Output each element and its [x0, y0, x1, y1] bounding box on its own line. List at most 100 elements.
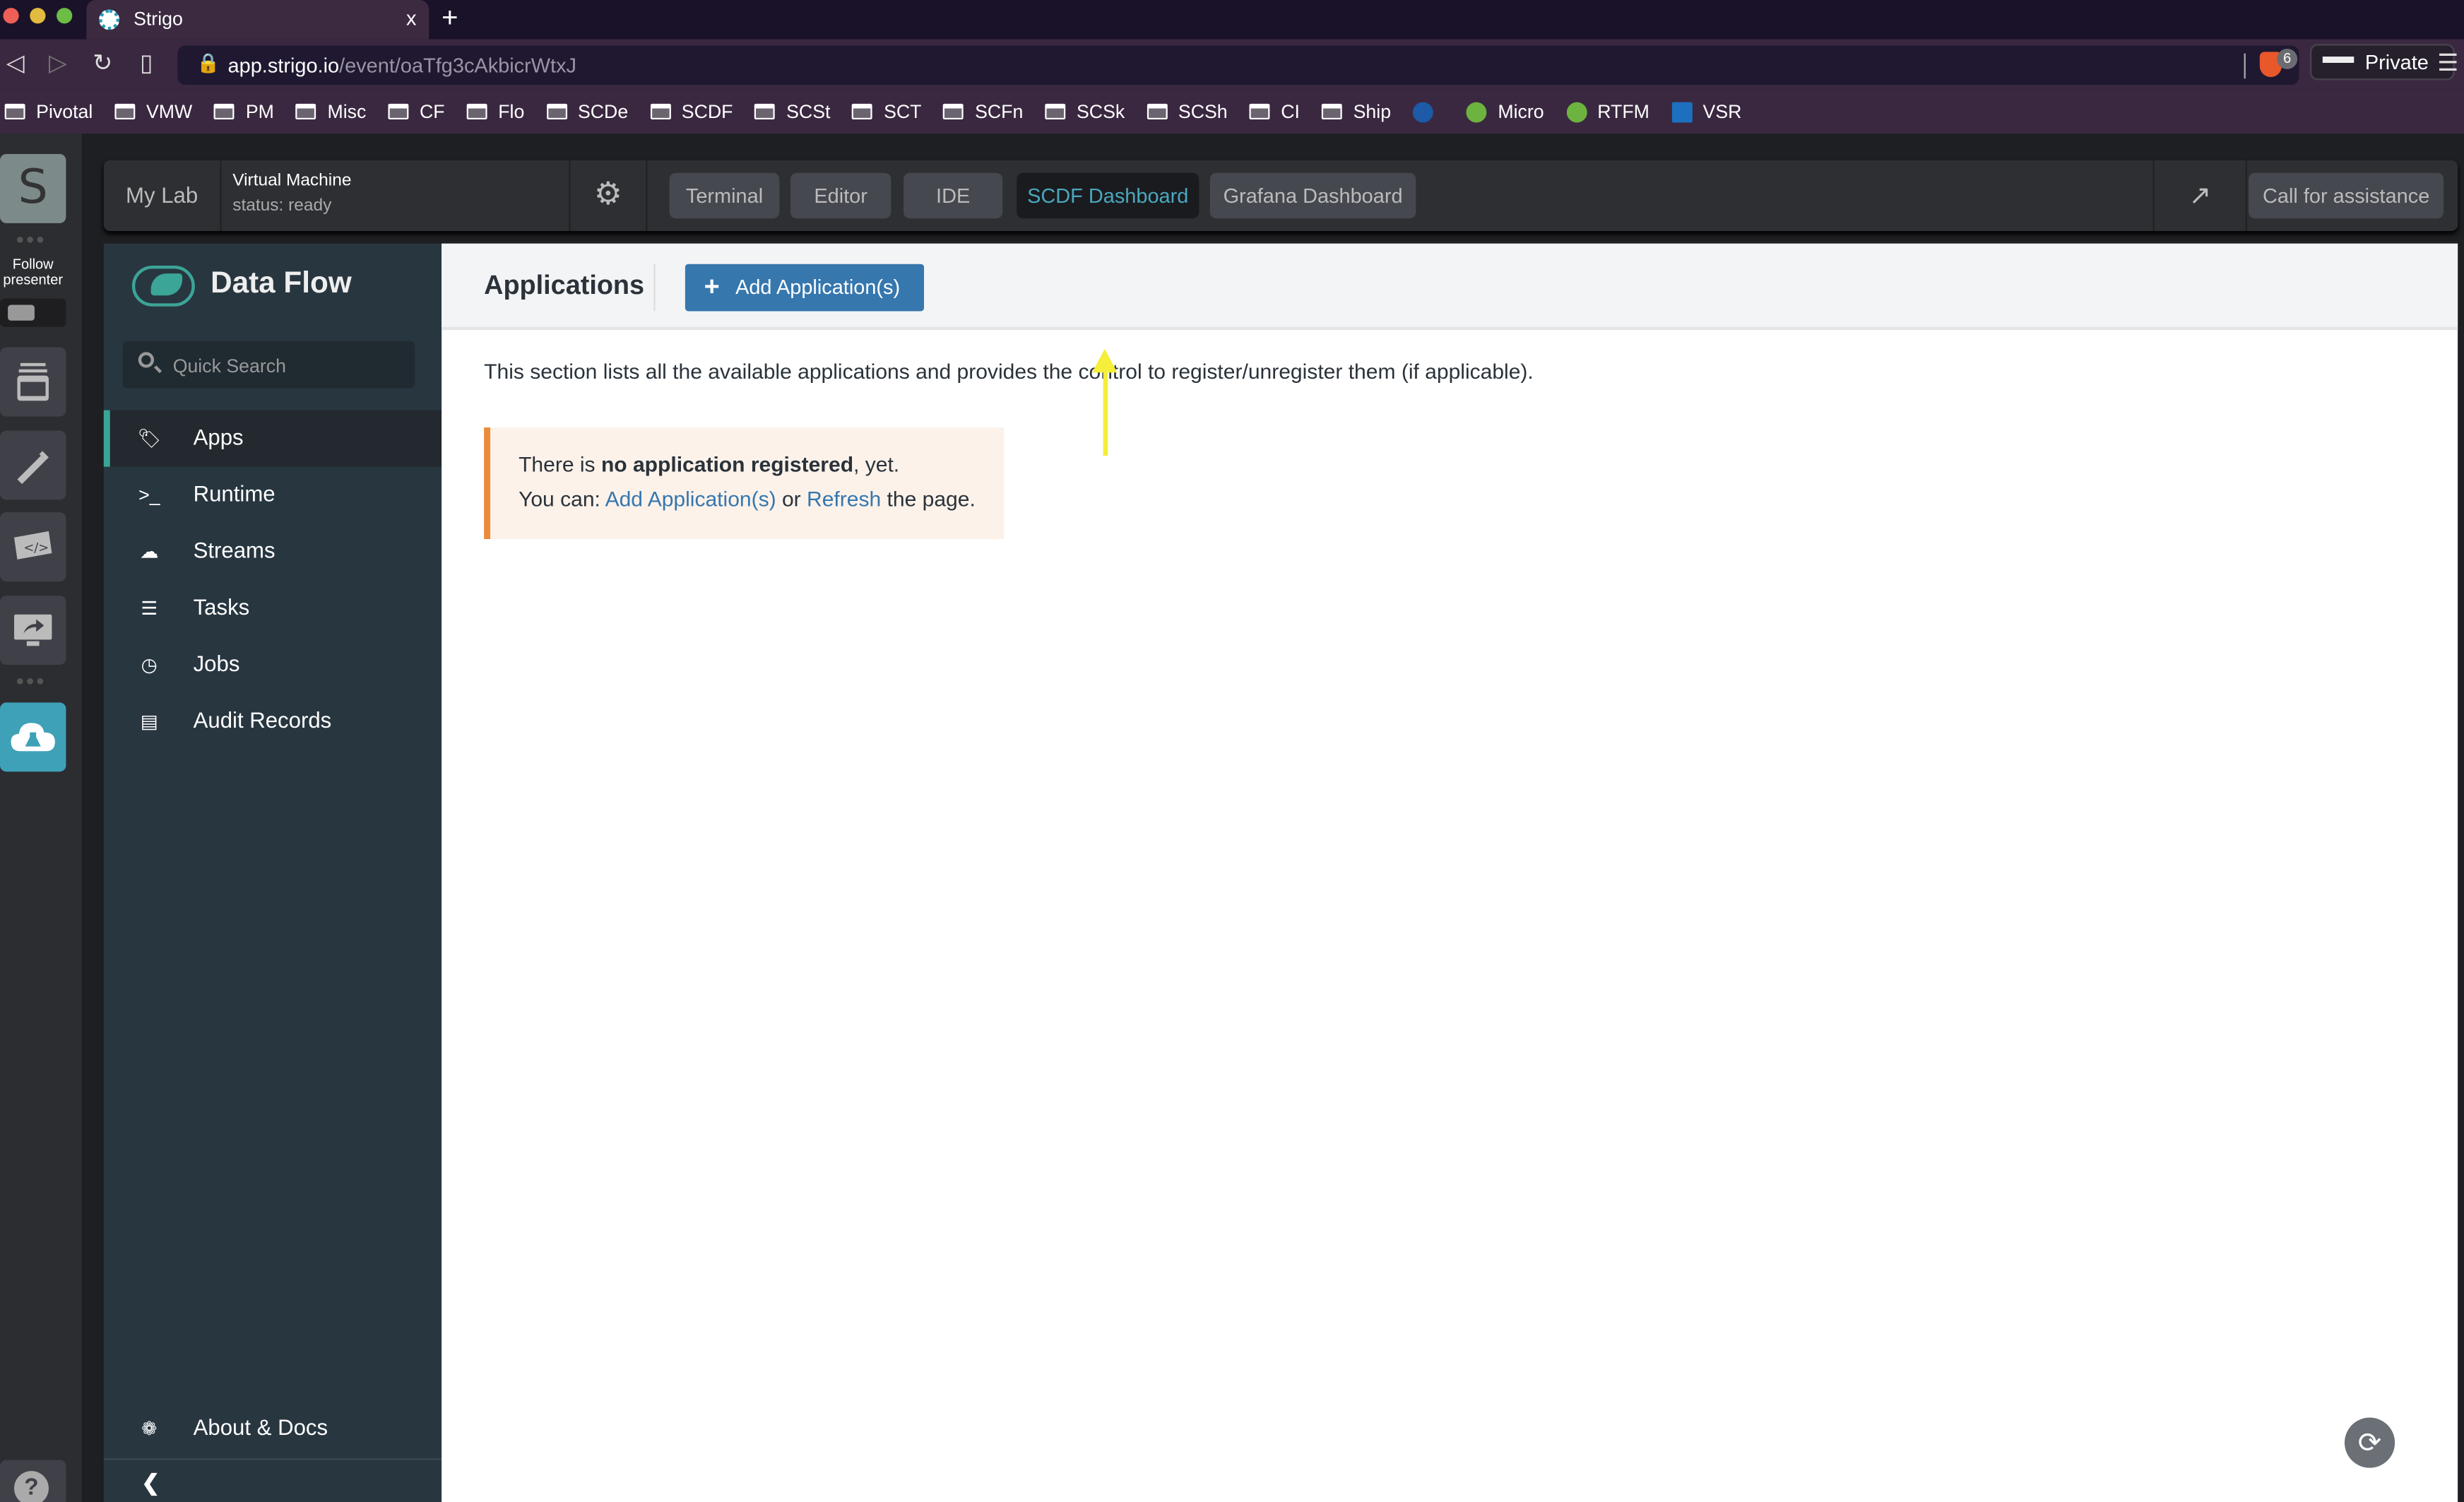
bookmark-pivotal[interactable]: Pivotal	[4, 100, 93, 123]
sidebar-item-apps[interactable]: 🏷 Apps	[103, 410, 442, 467]
sidebar-item-tasks[interactable]: ☰ Tasks	[104, 580, 442, 637]
ide-button[interactable]: </>	[0, 512, 66, 582]
browser-tab[interactable]: Strigo x	[86, 0, 430, 40]
bookmark-label: SCDF	[681, 100, 733, 123]
leaf-shape	[150, 273, 183, 296]
my-lab-label[interactable]: My Lab	[104, 160, 222, 232]
forward-icon[interactable]: ▷	[49, 49, 67, 77]
add-application-button[interactable]: + Add Application(s)	[685, 264, 925, 312]
bookmark-ship[interactable]: Ship	[1322, 100, 1391, 123]
bookmark-clock[interactable]	[1413, 101, 1444, 122]
sidebar-item-about-docs[interactable]: ❁ About & Docs	[104, 1400, 442, 1457]
tab-editor[interactable]: Editor	[790, 172, 892, 219]
screen-share-button[interactable]	[0, 596, 66, 665]
editor-button[interactable]	[0, 430, 66, 500]
hamburger-menu-icon[interactable]: ☰	[2437, 49, 2458, 77]
maximize-window-button[interactable]	[57, 8, 73, 24]
bookmark-scdf[interactable]: SCDF	[650, 100, 733, 123]
clock-favicon	[1413, 101, 1434, 122]
bookmark-label: Micro	[1498, 100, 1544, 123]
alert-line-1: There is no application registered, yet.	[519, 453, 899, 476]
main-content: Applications + Add Application(s) This s…	[442, 243, 2458, 1502]
sidebar-item-streams[interactable]: ☁ Streams	[104, 524, 442, 580]
browser-tab-strip: Strigo x +	[0, 0, 2464, 40]
bookmark-pm[interactable]: PM	[214, 100, 274, 123]
leaf-favicon	[1565, 101, 1587, 122]
reload-icon[interactable]: ↻	[93, 49, 112, 77]
add-application-link[interactable]: Add Application(s)	[605, 487, 776, 511]
back-icon[interactable]: ◁	[6, 49, 25, 77]
collapse-sidebar-icon[interactable]: ❮	[141, 1470, 160, 1496]
quick-search[interactable]	[122, 341, 415, 391]
bookmark-misc[interactable]: Misc	[296, 100, 366, 123]
vm-status: status: ready	[232, 196, 332, 215]
folder-icon	[754, 103, 776, 120]
bookmark-scsh[interactable]: SCSh	[1147, 100, 1228, 123]
private-window-badge[interactable]: Private	[2310, 44, 2455, 81]
tab-terminal[interactable]: Terminal	[669, 172, 780, 219]
annotation-arrow-shaft	[1103, 366, 1108, 456]
dataflow-logo-icon	[131, 265, 195, 307]
strigo-app: S ●●● Follow presenter </> ●●● ? My Lab …	[0, 134, 2464, 1502]
help-icon: ?	[14, 1471, 49, 1502]
bookmark-sct[interactable]: SCT	[852, 100, 921, 123]
close-tab-icon[interactable]: x	[406, 6, 416, 30]
gear-icon[interactable]: ⚙	[569, 160, 648, 232]
url-text[interactable]: app.strigo.io/event/oaTfg3cAkbicrWtxJ	[228, 54, 576, 77]
bookmark-label: Pivotal	[36, 100, 93, 123]
bookmark-vmw[interactable]: VMW	[114, 100, 192, 123]
minimize-window-button[interactable]	[30, 8, 46, 24]
sidebar-item-audit-records[interactable]: ▤ Audit Records	[104, 693, 442, 750]
bookmark-scst[interactable]: SCSt	[754, 100, 830, 123]
bookmark-scde[interactable]: SCDe	[546, 100, 628, 123]
sidebar-item-label: Audit Records	[193, 707, 332, 733]
tags-icon: 🏷	[137, 427, 162, 450]
window-button[interactable]	[0, 347, 66, 417]
sidebar-divider	[103, 1458, 442, 1460]
bookmark-rtfm[interactable]: RTFM	[1565, 100, 1649, 123]
follow-presenter-toggle[interactable]	[0, 298, 66, 327]
quick-search-input[interactable]	[170, 341, 412, 391]
browser-toolbar: ◁ ▷ ↻ ▯ 🔒 app.strigo.io/event/oaTfg3cAkb…	[0, 39, 2464, 90]
bookmark-scsk[interactable]: SCSk	[1045, 100, 1125, 123]
tab-ide[interactable]: IDE	[904, 172, 1003, 219]
dataflow-sidebar: Data Flow 🏷 Apps >_ Runtime ☁ Streams ☰ …	[103, 243, 442, 1502]
address-bar[interactable]: 🔒 app.strigo.io/event/oaTfg3cAkbicrWtxJ …	[177, 45, 2299, 85]
tab-grafana-dashboard[interactable]: Grafana Dashboard	[1209, 172, 1416, 219]
sidebar-item-runtime[interactable]: >_ Runtime	[104, 467, 442, 524]
new-tab-button[interactable]: +	[442, 1, 458, 35]
close-window-button[interactable]	[3, 8, 19, 24]
lab-button[interactable]	[0, 702, 66, 772]
sidebar-item-label: Streams	[193, 537, 276, 563]
refresh-button[interactable]: ⟳	[2344, 1417, 2395, 1468]
alert-bold-text: no application registered	[600, 452, 854, 477]
left-rail: S ●●● Follow presenter </> ●●● ?	[0, 134, 82, 1502]
bookmark-ci[interactable]: CI	[1249, 100, 1300, 123]
bookmarks-bar: Pivotal VMW PM Misc CF Flo SCDe SCDF SCSt SCT SCFn…	[0, 89, 2464, 134]
lock-icon: 🔒	[196, 52, 220, 74]
leaf-icon: ❁	[141, 1417, 158, 1440]
bookmark-flo[interactable]: Flo	[466, 100, 524, 123]
alert-line-2: You can: Add Application(s) or Refresh t…	[519, 487, 976, 511]
folder-icon	[388, 103, 409, 120]
bookmark-scfn[interactable]: SCFn	[943, 100, 1024, 123]
private-label: Private	[2364, 50, 2429, 74]
bookmark-micro[interactable]: Micro	[1466, 100, 1544, 123]
dots-divider-icon: ●●●	[16, 231, 47, 247]
external-link-icon[interactable]: ↗	[2152, 160, 2248, 232]
spring-favicon	[1466, 101, 1487, 122]
avatar[interactable]: S	[0, 154, 66, 223]
folder-icon	[852, 103, 873, 120]
section-description: This section lists all the available app…	[484, 360, 1534, 384]
tab-scdf-dashboard[interactable]: SCDF Dashboard	[1017, 172, 1200, 219]
call-for-assistance-button[interactable]: Call for assistance	[2249, 172, 2444, 219]
folder-icon	[650, 103, 671, 120]
sidebar-item-label: Jobs	[193, 650, 240, 676]
bookmark-icon[interactable]: ▯	[140, 49, 153, 77]
help-button[interactable]: ?	[0, 1460, 66, 1502]
bookmark-label: SCFn	[975, 100, 1024, 123]
bookmark-vsr[interactable]: VSR	[1671, 100, 1741, 123]
refresh-link[interactable]: Refresh	[807, 487, 881, 511]
bookmark-cf[interactable]: CF	[388, 100, 445, 123]
sidebar-item-jobs[interactable]: ◷ Jobs	[104, 637, 442, 693]
